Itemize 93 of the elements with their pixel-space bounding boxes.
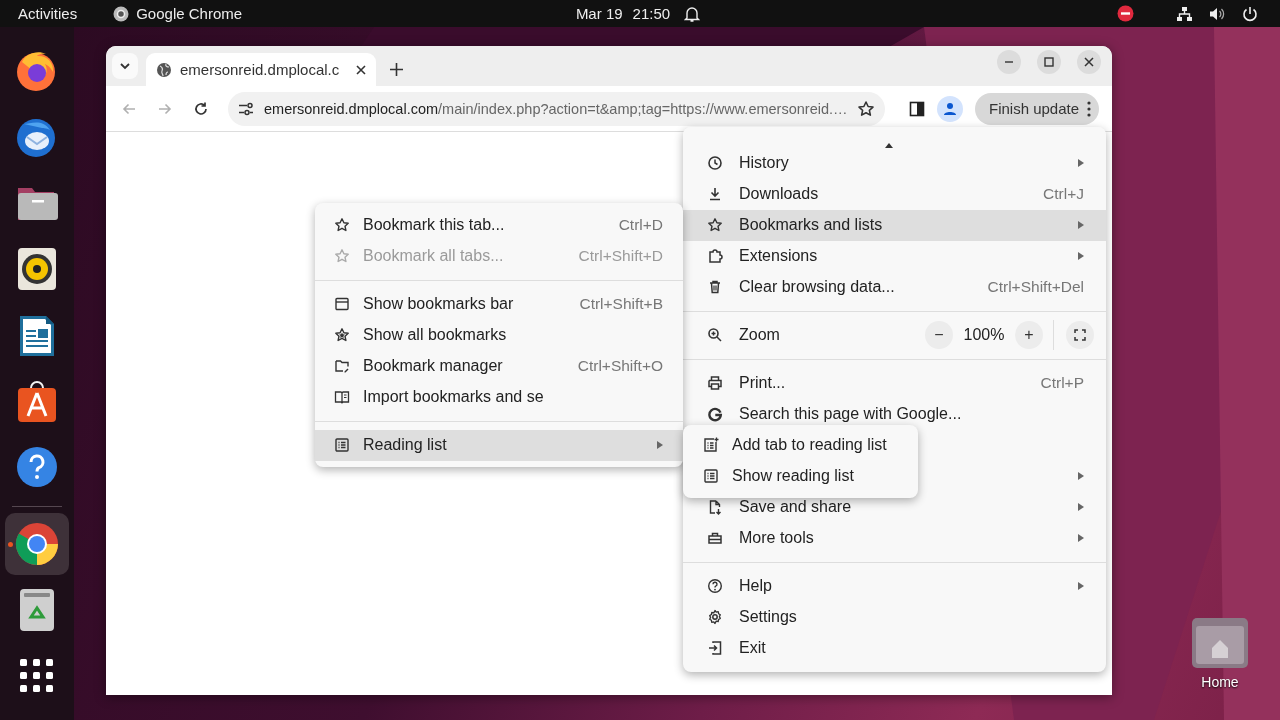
menu-item[interactable]: Downloads Ctrl+J [683, 178, 1106, 210]
browser-tab[interactable]: emersonreid.dmplocal.c [146, 53, 376, 86]
list-add-icon [703, 437, 719, 453]
person-icon [943, 101, 957, 116]
list-icon [334, 437, 350, 453]
shortcut-text: Ctrl+P [1040, 374, 1084, 392]
menu-item[interactable]: Clear browsing data... Ctrl+Shift+Del [683, 271, 1106, 303]
fullscreen-icon [1074, 329, 1086, 341]
menu-item[interactable]: Reading list [315, 429, 683, 461]
menu-item[interactable]: Add tab to reading list [683, 429, 918, 461]
close-icon[interactable] [356, 64, 366, 75]
bell-icon[interactable] [684, 4, 701, 23]
exit-icon [707, 640, 723, 656]
url-text: emersonreid.dmplocal.com/main/index.php?action=t&amp;tag=https://www.emersonreid.… [264, 100, 847, 117]
folder-icon [334, 358, 350, 374]
activities-button[interactable]: Activities [18, 5, 78, 22]
menu-item[interactable]: More tools [683, 522, 1106, 554]
menu-item[interactable]: Bookmarks and lists [683, 209, 1106, 241]
file-share-icon [707, 499, 723, 515]
star-icon [707, 217, 723, 233]
history-icon [707, 156, 723, 171]
more-vertical-icon [1087, 100, 1092, 117]
shortcut-text: Ctrl+Shift+B [579, 295, 663, 313]
shortcut-text: Ctrl+Shift+D [578, 247, 663, 265]
list-icon [703, 468, 719, 484]
menu-item[interactable]: Exit [683, 632, 1106, 664]
star-icon [334, 217, 350, 233]
close-icon [1084, 56, 1094, 67]
dock-item-highlight[interactable] [5, 513, 69, 575]
menu-item[interactable]: Bookmark this tab... Ctrl+D [315, 209, 683, 241]
finish-update-button[interactable]: Finish update [975, 92, 1100, 125]
maximize-button[interactable] [1037, 49, 1061, 74]
zoom-icon [707, 327, 723, 343]
shortcut-text: Ctrl+Shift+Del [987, 278, 1084, 296]
menu-item[interactable]: Help [683, 570, 1106, 602]
app-name[interactable]: Google Chrome [136, 5, 243, 22]
google-icon [707, 406, 723, 422]
zoom-out-button[interactable]: − [925, 321, 953, 349]
question-icon[interactable] [14, 444, 60, 490]
running-indicator-dot [8, 542, 13, 547]
home-folder-icon[interactable] [1192, 618, 1248, 668]
shortcut-text: Ctrl+Shift+O [577, 357, 663, 375]
chrome-icon[interactable] [14, 521, 60, 567]
network-icon[interactable] [1176, 5, 1193, 22]
no-entry-icon[interactable] [1117, 5, 1134, 22]
chevron-down-icon [119, 62, 131, 70]
desktop-icon-label[interactable]: Home [1201, 674, 1239, 690]
shortcut-text: Ctrl+D [618, 216, 663, 234]
maximize-icon [1044, 56, 1054, 67]
shortcut-text: Ctrl+J [1043, 185, 1084, 203]
side-panel-icon[interactable] [909, 100, 925, 117]
plus-icon [389, 62, 403, 76]
trash-icon [707, 279, 723, 295]
menu-item[interactable]: Show reading list [683, 460, 918, 492]
scroll-up-arrow-icon[interactable] [884, 143, 893, 148]
settings-icon [707, 609, 723, 625]
toolbox-icon [707, 530, 723, 546]
book-icon [334, 389, 350, 405]
address-bar[interactable]: emersonreid.dmplocal.com/main/index.php?action=t&amp;tag=https://www.emersonreid.… [228, 91, 885, 126]
help-icon [707, 578, 723, 594]
menu-item[interactable]: Show all bookmarks [315, 319, 683, 351]
menu-item[interactable]: Extensions [683, 240, 1106, 272]
menu-item[interactable]: Print... Ctrl+P [683, 367, 1106, 399]
profile-button[interactable] [937, 95, 963, 122]
menu-item[interactable]: History [683, 156, 1106, 179]
tab-search-button[interactable] [112, 53, 138, 79]
window-icon [334, 296, 350, 312]
minimize-button[interactable] [997, 49, 1021, 74]
power-icon[interactable] [1242, 5, 1258, 22]
zoom-level-text: 100% [962, 326, 1006, 344]
globe-icon [156, 61, 172, 78]
stars-icon [334, 327, 350, 343]
chrome-icon [113, 5, 130, 22]
fullscreen-button[interactable] [1066, 321, 1094, 349]
printer-icon [707, 375, 723, 391]
tab-title: emersonreid.dmplocal.c [180, 61, 341, 78]
star-icon[interactable] [857, 99, 875, 118]
menu-item[interactable]: Show bookmarks bar Ctrl+Shift+B [315, 288, 683, 320]
menu-item[interactable]: Bookmark manager Ctrl+Shift+O [315, 350, 683, 382]
close-window-button[interactable] [1077, 49, 1101, 74]
menu-item[interactable]: Import bookmarks and se [315, 381, 683, 413]
clock-text[interactable]: 21:50 [632, 5, 671, 22]
volume-icon[interactable] [1209, 5, 1226, 22]
menu-item[interactable]: Settings [683, 601, 1106, 633]
minimize-icon [1005, 60, 1013, 63]
tune-icon[interactable] [238, 100, 254, 117]
zoom-label: Zoom [739, 326, 781, 344]
date-text[interactable]: Mar 19 [575, 5, 623, 22]
puzzle-icon [707, 248, 723, 264]
download-icon [707, 186, 723, 202]
star-icon [334, 248, 350, 264]
reload-icon [193, 100, 209, 117]
zoom-in-button[interactable]: + [1015, 321, 1043, 349]
